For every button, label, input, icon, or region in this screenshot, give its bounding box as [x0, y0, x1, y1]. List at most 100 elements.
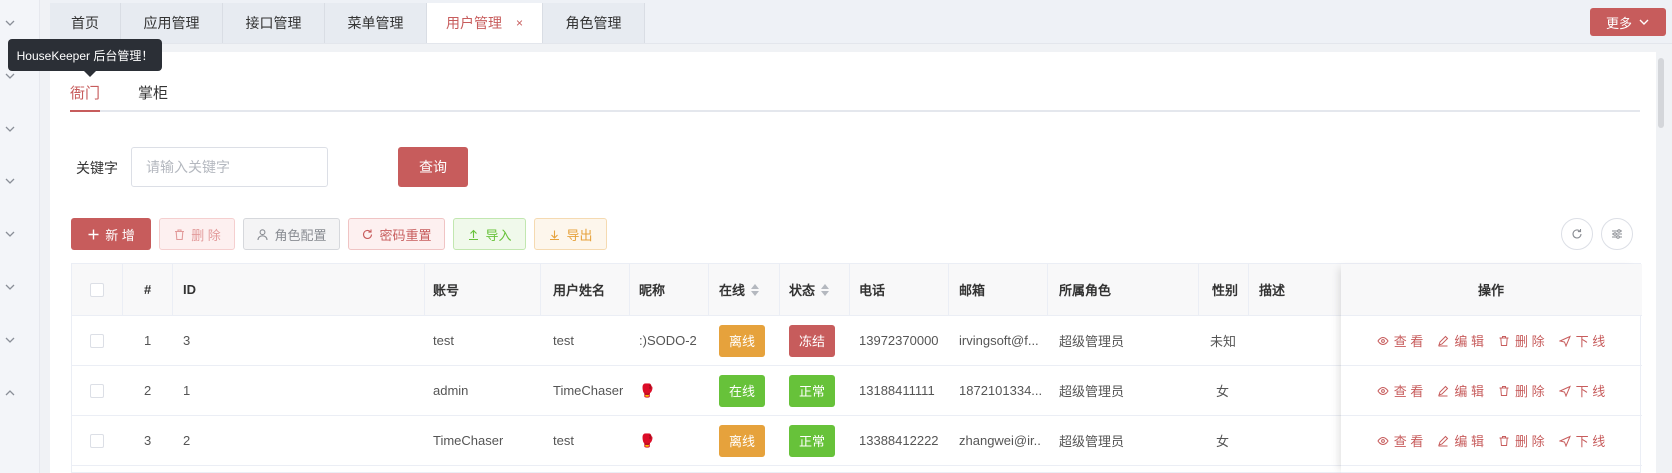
chevron-up-icon[interactable] [3, 386, 17, 400]
row-checkbox[interactable] [90, 416, 104, 465]
cell-id: 2 [183, 433, 191, 448]
header-status[interactable]: 状态 [789, 264, 830, 315]
table-row: 1 3 test test :)SODO-2 离线 冻结 13972370000… [72, 316, 1642, 366]
header-email: 邮箱 [959, 283, 986, 298]
offline-button[interactable]: 下 线 [1558, 331, 1606, 350]
header-nickname: 昵称 [639, 283, 666, 298]
cell-username: test [553, 433, 574, 448]
select-all-checkbox[interactable] [90, 264, 104, 315]
cell-nickname: 🥊 [639, 432, 656, 448]
cell-account: TimeChaser [433, 433, 504, 448]
header-online-label: 在线 [719, 283, 746, 298]
row-actions: 查 看 编 辑 删 除 下 线 [1377, 381, 1605, 400]
export-label: 导出 [566, 227, 593, 243]
header-phone: 电话 [859, 283, 886, 298]
chevron-down-icon[interactable] [3, 333, 17, 347]
keyword-input[interactable] [131, 147, 328, 187]
header-role: 所属角色 [1059, 283, 1112, 298]
cell-role: 超级管理员 [1059, 434, 1125, 449]
subtab-zhanggui[interactable]: 掌柜 [138, 82, 168, 112]
refresh-button[interactable] [1561, 218, 1593, 250]
offline-button[interactable]: 下 线 [1558, 431, 1605, 450]
tab-user-management[interactable]: 用户管理 × [427, 3, 543, 43]
more-label: 更多 [1605, 15, 1632, 31]
header-ops: 操作 [1477, 283, 1504, 298]
delete-button[interactable]: 删 除 [159, 218, 235, 250]
sliders-icon [1612, 229, 1622, 239]
chevron-down-icon[interactable] [3, 16, 17, 30]
cell-gender: 女 [1216, 434, 1230, 449]
refresh-icon [363, 229, 373, 239]
chevron-down-icon[interactable] [3, 69, 17, 83]
header-online[interactable]: 在线 [719, 264, 760, 315]
sort-icon[interactable] [751, 283, 760, 296]
column-settings-button[interactable] [1601, 218, 1633, 250]
tabs-bar: 首页 应用管理 接口管理 菜单管理 用户管理 × 角色管理 更多 [50, 0, 1672, 44]
trash-icon [1499, 385, 1509, 396]
view-button[interactable]: 查 看 [1377, 381, 1424, 400]
edit-icon [1438, 435, 1449, 446]
table-row: 3 2 TimeChaser test 🥊 离线 正常 13388412222 … [72, 416, 1642, 466]
cell-username: TimeChaser [553, 383, 624, 398]
scrollbar[interactable] [1658, 58, 1664, 128]
tab-home[interactable]: 首页 [50, 3, 121, 43]
reset-password-label: 密码重置 [379, 227, 432, 243]
edit-icon [1438, 335, 1449, 346]
view-label: 查 看 [1393, 384, 1424, 399]
edit-icon [1438, 385, 1449, 396]
role-config-label: 角色配置 [274, 227, 327, 243]
export-button[interactable]: 导出 [534, 218, 607, 250]
row-delete-button[interactable]: 删 除 [1498, 331, 1545, 350]
view-label: 查 看 [1393, 434, 1424, 449]
import-button[interactable]: 导入 [453, 218, 526, 250]
send-icon [1558, 385, 1571, 397]
edit-button[interactable]: 编 辑 [1437, 381, 1484, 400]
tab-menu-management[interactable]: 菜单管理 [325, 3, 427, 43]
row-checkbox[interactable] [90, 316, 104, 365]
add-button[interactable]: 新 增 [71, 218, 151, 250]
chevron-down-icon[interactable] [3, 280, 17, 294]
more-button[interactable]: 更多 [1590, 8, 1666, 36]
delete-label: 删 除 [1515, 334, 1545, 349]
close-icon[interactable]: × [516, 16, 523, 30]
chevron-down-icon[interactable] [3, 174, 17, 188]
edit-label: 编 辑 [1454, 384, 1484, 399]
cell-id: 3 [183, 333, 191, 348]
row-delete-button[interactable]: 删 除 [1498, 431, 1545, 450]
upload-icon [469, 229, 479, 240]
query-button[interactable]: 查询 [398, 147, 468, 187]
chevron-down-icon [1639, 19, 1649, 25]
tab-role-management[interactable]: 角色管理 [543, 3, 645, 43]
edit-button[interactable]: 编 辑 [1437, 331, 1484, 350]
view-button[interactable]: 查 看 [1377, 331, 1423, 350]
eye-icon [1377, 436, 1389, 445]
view-button[interactable]: 查 看 [1377, 431, 1424, 450]
offline-button[interactable]: 下 线 [1558, 381, 1605, 400]
tab-label: 菜单管理 [347, 15, 404, 31]
sort-icon[interactable] [821, 283, 830, 296]
send-icon [1558, 435, 1571, 447]
edit-label: 编 辑 [1454, 334, 1484, 349]
edit-button[interactable]: 编 辑 [1437, 431, 1484, 450]
cell-phone: 13972370000 [859, 333, 939, 348]
cell-email: irvingsoft@f... [959, 333, 1039, 348]
row-delete-button[interactable]: 删 除 [1498, 381, 1545, 400]
tab-app-management[interactable]: 应用管理 [121, 3, 223, 43]
keyword-label: 关键字 [76, 160, 118, 176]
cell-phone: 13188411111 [859, 383, 935, 398]
row-checkbox[interactable] [90, 366, 104, 415]
offline-label: 下 线 [1575, 334, 1606, 349]
chevron-down-icon[interactable] [3, 227, 17, 241]
eye-icon [1377, 336, 1389, 345]
chevron-down-icon[interactable] [3, 122, 17, 136]
tab-api-management[interactable]: 接口管理 [223, 3, 325, 43]
reset-password-button[interactable]: 密码重置 [348, 218, 445, 250]
cell-nickname: :)SODO-2 [639, 333, 697, 348]
subtab-yamen[interactable]: 衙门 [70, 82, 101, 112]
edit-label: 编 辑 [1454, 434, 1484, 449]
delete-label: 删 除 [1515, 384, 1545, 399]
cell-email: 1872101334... [959, 383, 1041, 398]
role-config-button[interactable]: 角色配置 [243, 218, 340, 250]
header-account: 账号 [433, 283, 460, 298]
online-tag: 离线 [719, 424, 765, 457]
